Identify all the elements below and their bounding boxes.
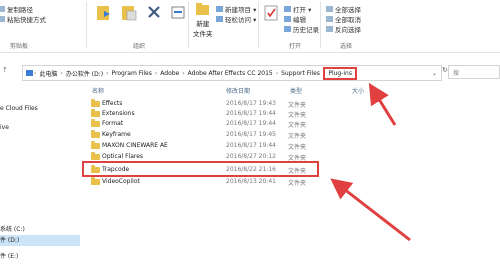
history-button[interactable]: 历史记录: [284, 24, 319, 34]
new-folder-button[interactable]: 新建 文件夹: [193, 2, 213, 38]
file-row[interactable]: Format 2016/8/17 19:44 文件夹: [88, 119, 408, 129]
easy-access-icon: [216, 16, 223, 22]
edit-button[interactable]: 编辑: [284, 14, 306, 24]
open-button[interactable]: 打开 ▾: [284, 4, 311, 14]
edit-icon: [284, 16, 291, 22]
address-dropdown-icon[interactable]: ⌄: [432, 70, 437, 77]
ribbon-separator: [320, 2, 321, 48]
ribbon-separator: [188, 2, 189, 48]
file-row[interactable]: Optical Flares 2016/8/27 20:12 文件夹: [88, 152, 408, 162]
file-row[interactable]: Keyframe 2016/8/17 19:45 文件夹: [88, 130, 408, 140]
folder-icon: [91, 152, 100, 160]
folder-icon: [91, 130, 100, 138]
open-icon: [284, 6, 291, 12]
search-placeholder: 搜: [453, 69, 460, 77]
new-item-button[interactable]: 新建项目 ▾: [216, 4, 256, 14]
nav-item-e[interactable]: 件 (E:): [0, 251, 18, 260]
paste-shortcut-icon: [0, 16, 5, 22]
folder-icon: [91, 99, 100, 107]
move-to-button[interactable]: [95, 3, 113, 23]
column-header-date[interactable]: 修改日期: [226, 86, 250, 95]
folder-icon: [91, 119, 100, 127]
crumb-drive[interactable]: 办公软件 (D:): [64, 69, 105, 78]
new-item-icon: [216, 6, 223, 12]
new-folder-icon: [195, 3, 209, 15]
file-row[interactable]: VideoCopilot 2016/8/13 20:41 文件夹: [88, 177, 408, 187]
folder-icon: [91, 109, 100, 117]
properties-icon: [264, 5, 278, 21]
nav-item-system-c[interactable]: 系统 (C:): [0, 224, 25, 233]
properties-button[interactable]: [263, 3, 279, 23]
history-icon: [284, 26, 291, 32]
open-group-label: 打开: [289, 43, 302, 50]
search-box[interactable]: 搜: [448, 65, 500, 79]
ribbon-separator: [258, 2, 259, 48]
rename-button[interactable]: [170, 3, 186, 23]
rename-icon: [171, 6, 185, 19]
file-row[interactable]: Extensions 2016/8/17 19:44 文件夹: [88, 109, 408, 119]
file-row[interactable]: MAXON CINEWARE AE 2016/8/17 19:44 文件夹: [88, 141, 408, 151]
nav-item-office-d[interactable]: 件 (D:): [0, 235, 80, 246]
invert-selection-icon: [326, 26, 333, 32]
clipboard-group-label: 剪贴板: [10, 43, 29, 50]
copy-path-icon: [0, 6, 5, 12]
file-row[interactable]: Effects 2016/8/17 19:43 文件夹: [88, 99, 408, 109]
move-to-icon: [97, 6, 110, 20]
nav-item-drive[interactable]: ive: [0, 124, 9, 131]
invert-selection-button[interactable]: 反向选择: [326, 24, 361, 34]
column-header-size[interactable]: 大小: [352, 86, 364, 95]
folder-icon: [91, 165, 100, 173]
up-arrow-icon[interactable]: ↑: [2, 66, 8, 74]
navigation-pane: e Cloud Files ive 系统 (C:) 件 (D:) 件 (E:): [0, 82, 82, 267]
file-row-highlighted[interactable]: Trapcode 2016/8/22 21:16 文件夹: [88, 165, 408, 175]
select-all-icon: [326, 6, 333, 12]
copy-to-icon: [122, 6, 137, 21]
copy-to-button[interactable]: [120, 3, 138, 23]
this-pc-icon: [26, 70, 33, 76]
select-none-icon: [326, 16, 333, 22]
organize-group-label: 组织: [133, 43, 146, 50]
crumb-program-files[interactable]: Program Files: [109, 70, 153, 77]
copy-path-button[interactable]: 复制路径: [0, 4, 33, 14]
select-all-button[interactable]: 全部选择: [326, 4, 361, 14]
delete-icon: [148, 6, 160, 18]
easy-access-button[interactable]: 轻松访问 ▾: [216, 14, 256, 24]
crumb-this-pc[interactable]: 此电脑: [37, 69, 59, 78]
ribbon: 复制路径 粘贴快捷方式 剪贴板 组织 新建 文件夹 新建项目 ▾ 轻松访问 ▾ …: [0, 0, 500, 53]
refresh-icon[interactable]: ↻: [442, 66, 448, 74]
crumb-support-files[interactable]: Support Files: [279, 70, 322, 77]
delete-button[interactable]: [146, 3, 162, 23]
nav-item-cloud-files[interactable]: e Cloud Files: [0, 105, 38, 112]
annotation-arrow: [330, 178, 411, 242]
address-bar-row: ↑ › 此电脑 › 办公软件 (D:) › Program Files › Ad…: [0, 60, 500, 81]
crumb-plug-ins[interactable]: Plug-ins: [323, 66, 357, 80]
folder-icon: [91, 141, 100, 149]
address-bar[interactable]: › 此电脑 › 办公软件 (D:) › Program Files › Adob…: [22, 65, 442, 81]
ribbon-separator: [86, 2, 87, 48]
column-header-name[interactable]: 名称: [92, 86, 104, 95]
select-group-label: 选择: [340, 43, 353, 50]
folder-icon: [91, 177, 100, 185]
crumb-after-effects[interactable]: Adobe After Effects CC 2015: [186, 70, 275, 77]
column-header-type[interactable]: 类型: [290, 86, 302, 95]
select-none-button[interactable]: 全部取消: [326, 14, 361, 24]
paste-shortcut-button[interactable]: 粘贴快捷方式: [0, 14, 46, 24]
crumb-adobe[interactable]: Adobe: [158, 70, 181, 77]
